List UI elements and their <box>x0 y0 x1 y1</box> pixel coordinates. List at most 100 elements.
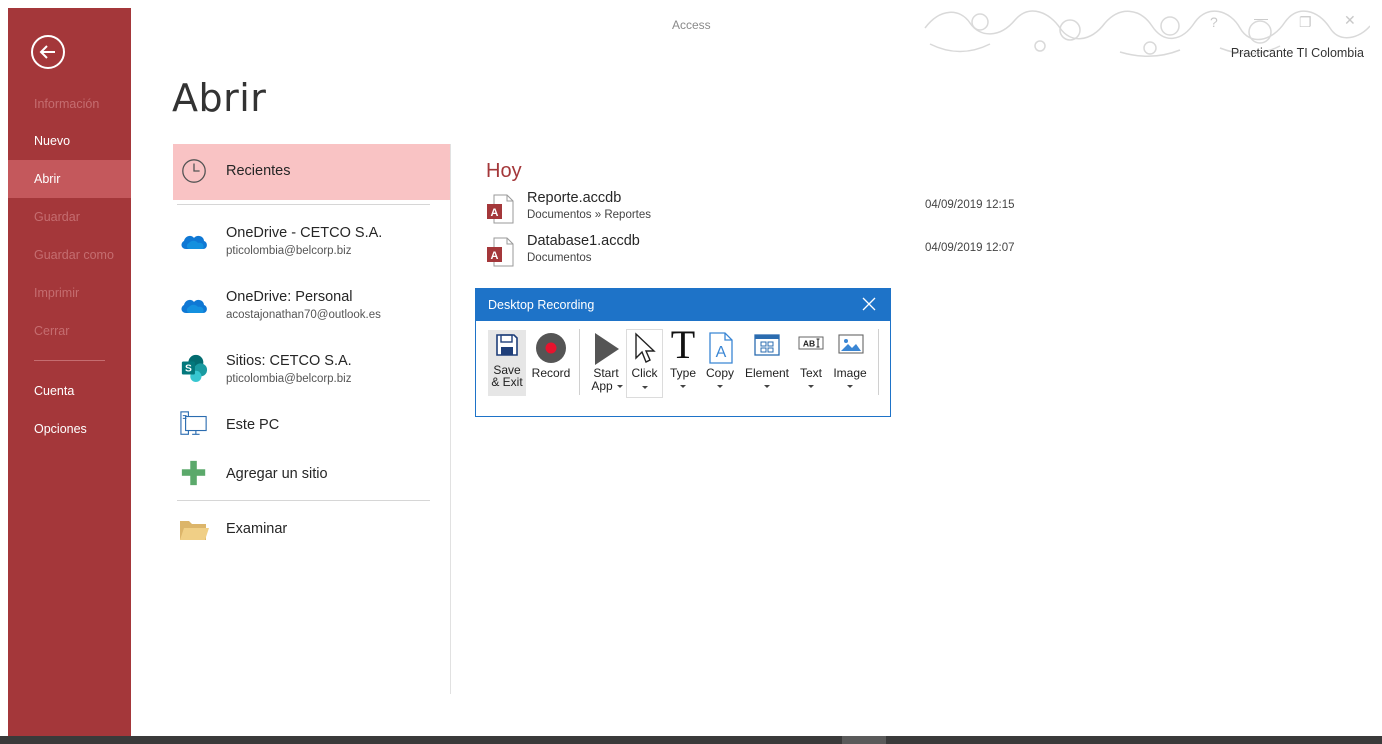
file-date: 04/09/2019 12:07 <box>925 242 1015 254</box>
close-icon[interactable] <box>862 297 876 311</box>
taskbar-item[interactable] <box>842 736 886 744</box>
nav-nuevo[interactable]: Nuevo <box>8 122 131 160</box>
locations-divider <box>177 500 430 501</box>
play-icon <box>595 333 619 365</box>
file-date: 04/09/2019 12:15 <box>925 199 1015 211</box>
copy-button[interactable]: A Copy <box>703 329 737 397</box>
toolbar-divider <box>878 329 879 395</box>
element-icon <box>754 334 780 356</box>
locations-divider <box>177 204 430 205</box>
app-title: Access <box>672 18 711 32</box>
tool-label: & Exit <box>491 375 523 389</box>
tool-label: Copy <box>705 366 734 380</box>
svg-text:A: A <box>491 250 499 262</box>
tool-label: Click <box>631 366 658 380</box>
location-title: Sitios: CETCO S.A. <box>226 353 352 369</box>
svg-text:AB: AB <box>803 339 815 349</box>
image-icon <box>838 334 864 354</box>
start-app-button[interactable]: Start App <box>587 329 625 397</box>
minimize-icon[interactable]: — <box>1254 10 1268 26</box>
chevron-down-icon <box>717 385 723 388</box>
record-icon <box>536 333 566 363</box>
cursor-icon <box>635 332 656 363</box>
location-agregar-sitio[interactable]: Agregar un sitio <box>173 457 450 505</box>
svg-text:A: A <box>491 207 499 219</box>
location-examinar[interactable]: Examinar <box>173 512 450 560</box>
restore-icon[interactable]: ❐ <box>1299 14 1312 31</box>
type-button[interactable]: T Type <box>666 324 700 397</box>
chevron-down-icon <box>680 385 686 388</box>
nav-cuenta[interactable]: Cuenta <box>8 372 131 410</box>
location-onedrive-personal[interactable]: OneDrive: Personal acostajonathan70@outl… <box>173 280 450 336</box>
taskbar <box>0 736 1382 744</box>
location-subtitle: pticolombia@belcorp.biz <box>226 245 352 257</box>
chevron-down-icon <box>808 385 814 388</box>
text-button[interactable]: AB Text <box>795 329 827 397</box>
tool-label: Image <box>833 366 867 380</box>
copy-icon: A <box>709 332 733 364</box>
panel-divider <box>450 144 451 694</box>
tool-label: Element <box>744 366 790 380</box>
nav-opciones[interactable]: Opciones <box>8 410 131 448</box>
tool-label: Text <box>799 366 822 380</box>
location-title: OneDrive - CETCO S.A. <box>226 225 383 241</box>
recent-file-row[interactable]: A Reporte.accdb Documentos » Reportes 04… <box>484 190 1044 232</box>
file-name: Database1.accdb <box>527 233 640 249</box>
recent-file-row[interactable]: A Database1.accdb Documentos 04/09/2019 … <box>484 233 1044 275</box>
arrow-left-icon <box>39 45 55 59</box>
location-title: Recientes <box>226 163 291 179</box>
recording-title[interactable]: Desktop Recording <box>476 289 890 321</box>
help-icon[interactable]: ? <box>1210 14 1218 30</box>
desktop-recording-window: Desktop Recording Save & Exit Record Sta… <box>475 288 891 417</box>
window-edge <box>0 0 8 744</box>
location-sitios-cetco[interactable]: S Sitios: CETCO S.A. pticolombia@belcorp… <box>173 344 450 400</box>
save-exit-button[interactable]: Save & Exit <box>488 330 526 396</box>
nav-imprimir[interactable]: Imprimir <box>8 274 131 312</box>
location-onedrive-cetco[interactable]: OneDrive - CETCO S.A. pticolombia@belcor… <box>173 216 450 272</box>
click-button[interactable]: Click <box>626 329 663 398</box>
clock-icon <box>182 159 206 183</box>
folder-icon <box>180 521 209 540</box>
nav-informacion[interactable]: Información <box>8 85 131 123</box>
location-title: Este PC <box>226 417 280 433</box>
save-icon <box>496 334 518 356</box>
nav-guardar[interactable]: Guardar <box>8 198 131 236</box>
onedrive-icon <box>181 299 207 313</box>
toolbar-divider <box>579 329 580 395</box>
svg-text:A: A <box>716 344 727 361</box>
close-window-icon[interactable]: ✕ <box>1344 12 1356 29</box>
type-icon: T <box>670 322 696 367</box>
location-title: Examinar <box>226 521 288 537</box>
record-button[interactable]: Record <box>530 329 572 397</box>
file-name: Reporte.accdb <box>527 190 622 206</box>
plus-icon <box>181 460 206 486</box>
chevron-down-icon <box>617 385 623 388</box>
nav-cerrar[interactable]: Cerrar <box>8 312 131 350</box>
location-este-pc[interactable]: Este PC <box>173 408 450 456</box>
backstage-nav: Información Nuevo Abrir Guardar Guardar … <box>8 8 131 736</box>
file-path: Documentos » Reportes <box>527 209 652 221</box>
recording-toolbar: Save & Exit Record Start App Click T Typ… <box>476 321 890 416</box>
user-name[interactable]: Practicante TI Colombia <box>1231 46 1364 60</box>
location-recientes[interactable]: Recientes <box>173 144 450 200</box>
sharepoint-icon: S <box>181 354 208 382</box>
chevron-down-icon <box>641 386 648 389</box>
onedrive-icon <box>181 235 207 249</box>
file-path: Documentos <box>527 252 592 264</box>
location-subtitle: acostajonathan70@outlook.es <box>226 309 381 321</box>
image-button[interactable]: Image <box>830 329 870 397</box>
page-title: Abrir <box>172 76 267 120</box>
tool-label: Record <box>531 366 571 380</box>
access-file-icon: A <box>487 237 514 267</box>
screen: Información Nuevo Abrir Guardar Guardar … <box>0 0 1382 744</box>
nav-abrir[interactable]: Abrir <box>8 160 131 198</box>
chevron-down-icon <box>847 385 853 388</box>
element-button[interactable]: Element <box>742 329 792 397</box>
pc-icon <box>180 411 207 435</box>
location-title: OneDrive: Personal <box>226 289 353 305</box>
tool-label: App <box>591 379 613 393</box>
location-title: Agregar un sitio <box>226 466 328 482</box>
nav-divider <box>34 360 105 361</box>
nav-guardar-como[interactable]: Guardar como <box>8 236 131 274</box>
back-button[interactable] <box>31 35 65 69</box>
